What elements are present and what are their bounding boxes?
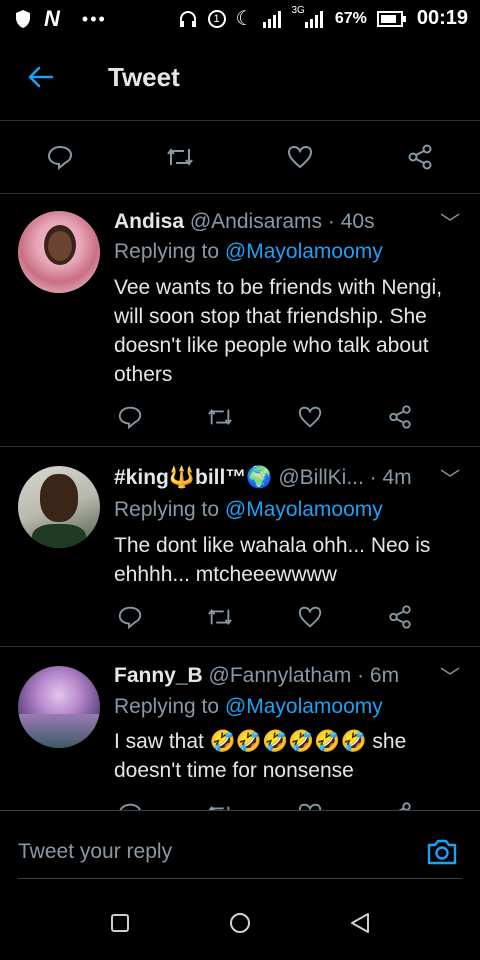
reply-tweet[interactable]: Andisa @Andisarams · 40s ﹀ Replying to @… <box>0 193 480 446</box>
tweet-actions <box>100 401 460 433</box>
back-arrow-icon[interactable] <box>26 62 60 96</box>
recent-apps-icon[interactable] <box>110 913 130 933</box>
like-heart-icon[interactable] <box>280 401 340 433</box>
like-heart-icon[interactable] <box>280 601 340 633</box>
retweet-icon[interactable] <box>160 601 280 633</box>
clock: 00:19 <box>416 7 468 29</box>
like-heart-icon[interactable] <box>280 798 340 810</box>
divider <box>0 810 480 811</box>
reply-icon[interactable] <box>100 401 160 433</box>
tweet-meta: #king🔱bill™🌍 @BillKi... · 4m <box>114 466 412 490</box>
reply-tweet[interactable]: Fanny_B @Fannylatham · 6m ﹀ Replying to … <box>0 646 480 810</box>
status-bar: N ••• 1 ☾ 3G 67% 00:19 <box>0 0 480 38</box>
reply-composer[interactable]: Tweet your reply <box>18 832 462 879</box>
battery-icon <box>376 10 406 27</box>
top-app-bar: Tweet <box>0 38 480 120</box>
retweet-icon[interactable] <box>160 401 280 433</box>
main-tweet-actions <box>0 132 480 182</box>
tweet-actions <box>100 601 460 633</box>
chevron-down-icon[interactable]: ﹀ <box>440 661 460 690</box>
share-icon[interactable] <box>360 132 480 182</box>
system-nav-bar <box>0 885 480 960</box>
share-icon[interactable] <box>340 401 460 433</box>
replying-to: Replying to @Mayolamoomy <box>114 695 383 719</box>
avatar[interactable] <box>18 666 100 748</box>
replying-to-label: Replying to <box>114 498 220 521</box>
netflix-n-icon: N <box>44 6 60 31</box>
tweet-text: The dont like wahala ohh... Neo is ehhhh… <box>114 534 431 586</box>
mention-link[interactable]: @Mayolamoomy <box>225 240 383 263</box>
tweet-actions <box>100 798 460 810</box>
reply-icon[interactable] <box>100 798 160 810</box>
share-icon[interactable] <box>340 601 460 633</box>
signal-icon <box>263 10 282 28</box>
tweet-time: · 6m <box>357 664 400 687</box>
replying-to: Replying to @Mayolamoomy <box>114 498 383 522</box>
tweet-text: I saw that 🤣🤣🤣🤣🤣🤣 she doesn't time for n… <box>114 730 407 782</box>
user-handle[interactable]: @Fannylatham <box>209 664 352 687</box>
tweet-meta: Andisa @Andisarams · 40s <box>114 210 375 234</box>
user-handle[interactable]: @Andisarams <box>190 210 322 233</box>
more-notifications-icon: ••• <box>81 8 107 29</box>
replying-to-label: Replying to <box>114 695 220 718</box>
tweet-time: · 40s <box>327 210 375 233</box>
display-name[interactable]: Fanny_B <box>114 664 203 687</box>
avatar[interactable] <box>18 211 100 293</box>
reply-input[interactable]: Tweet your reply <box>18 840 172 864</box>
like-heart-icon[interactable] <box>240 132 360 182</box>
page-title: Tweet <box>108 62 180 92</box>
sim-badge-icon: 1 <box>207 9 226 28</box>
camera-icon[interactable] <box>424 834 460 870</box>
back-triangle-icon[interactable] <box>349 912 371 934</box>
mention-link[interactable]: @Mayolamoomy <box>225 498 383 521</box>
signal-2-icon <box>304 10 323 28</box>
display-name[interactable]: Andisa <box>114 210 184 233</box>
tweet-text: Vee wants to be friends with Nengi, will… <box>114 276 443 386</box>
reply-tweet[interactable]: #king🔱bill™🌍 @BillKi... · 4m ﹀ Replying … <box>0 446 480 646</box>
mention-link[interactable]: @Mayolamoomy <box>225 695 383 718</box>
chevron-down-icon[interactable]: ﹀ <box>440 207 460 236</box>
tweet-time: · 4m <box>369 466 412 489</box>
share-icon[interactable] <box>340 798 460 810</box>
replying-to-label: Replying to <box>114 240 220 263</box>
display-name[interactable]: #king🔱bill™🌍 <box>114 466 272 489</box>
battery-percent: 67% <box>334 9 367 27</box>
replying-to: Replying to @Mayolamoomy <box>114 240 383 264</box>
retweet-icon[interactable] <box>160 798 280 810</box>
user-handle[interactable]: @BillKi... <box>278 466 364 489</box>
avatar[interactable] <box>18 466 100 548</box>
tweet-meta: Fanny_B @Fannylatham · 6m <box>114 664 399 688</box>
headphones-icon <box>179 10 196 27</box>
reply-icon[interactable] <box>0 132 120 182</box>
divider <box>0 120 480 121</box>
retweet-icon[interactable] <box>120 132 240 182</box>
reply-icon[interactable] <box>100 601 160 633</box>
home-icon[interactable] <box>229 912 251 934</box>
chevron-down-icon[interactable]: ﹀ <box>440 463 460 492</box>
do-not-disturb-moon-icon: ☾ <box>235 8 254 30</box>
network-type-label: 3G <box>291 5 305 16</box>
shield-icon <box>16 10 30 28</box>
